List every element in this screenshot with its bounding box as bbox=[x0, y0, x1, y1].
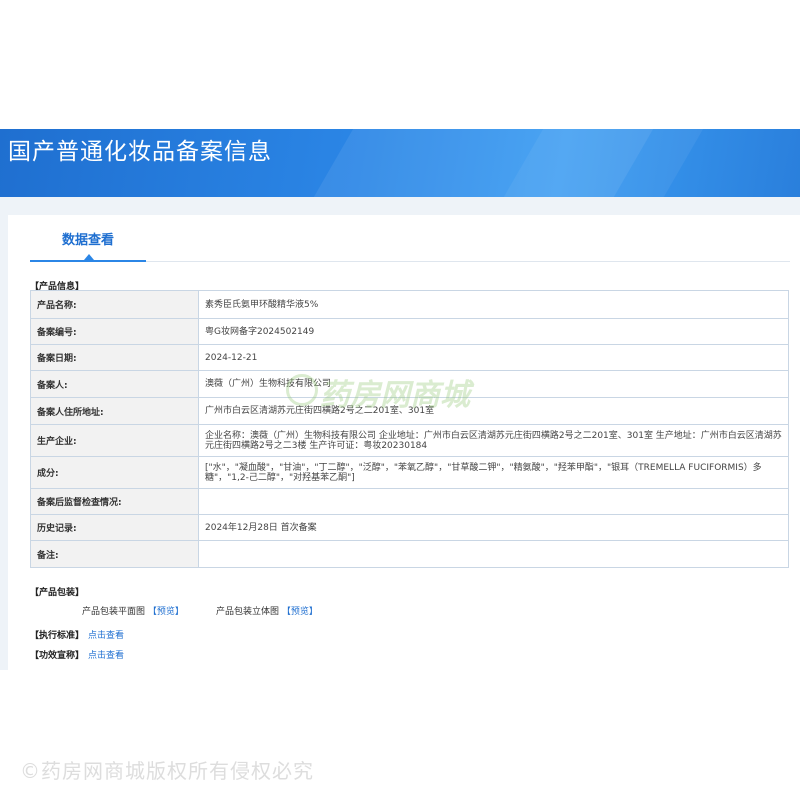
package-solid-label: 产品包装立体图 bbox=[216, 607, 280, 617]
page-title: 国产普通化妆品备案信息 bbox=[8, 139, 272, 165]
efficacy-view-link[interactable]: 点击查看 bbox=[88, 648, 124, 661]
row-key: 历史记录: bbox=[30, 514, 199, 541]
table-row: 备注: bbox=[30, 540, 789, 568]
table-row: 备案后监督检查情况: bbox=[30, 488, 789, 515]
row-value: ["水"，"凝血酸"，"甘油"，"丁二醇"，"泛醇"，"苯氧乙醇"，"甘草酸二钾… bbox=[198, 456, 789, 489]
tab-active-underline bbox=[30, 260, 146, 262]
row-key: 备案后监督检查情况: bbox=[30, 488, 199, 515]
packaging-section-label: 【产品包装】 bbox=[30, 588, 85, 598]
row-key: 备注: bbox=[30, 540, 199, 568]
row-key: 备案编号: bbox=[30, 318, 199, 345]
row-value bbox=[198, 540, 789, 568]
table-row: 备案人: 澳薇（广州）生物科技有限公司 bbox=[30, 370, 789, 398]
row-key: 备案日期: bbox=[30, 344, 199, 371]
package-solid-preview-link[interactable]: 预览 bbox=[291, 607, 309, 617]
row-value: 素秀臣氏氨甲环酸精华液5% bbox=[198, 290, 789, 319]
row-value: 广州市白云区清湖苏元庄街四横路2号之二201室、301室 bbox=[198, 397, 789, 425]
efficacy-section-label: 【功效宣称】 bbox=[30, 651, 85, 661]
package-flat-item: 产品包装平面图 【预览】 bbox=[82, 604, 184, 617]
header-banner: 国产普通化妆品备案信息 bbox=[0, 129, 800, 197]
tab-divider bbox=[146, 261, 790, 262]
table-row: 产品名称: 素秀臣氏氨甲环酸精华液5% bbox=[30, 290, 789, 319]
package-flat-label: 产品包装平面图 bbox=[82, 607, 146, 617]
standard-section-label: 【执行标准】 bbox=[30, 631, 85, 641]
row-value bbox=[198, 488, 789, 515]
package-solid-item: 产品包装立体图 【预览】 bbox=[216, 604, 318, 617]
table-row: 历史记录: 2024年12月28日 首次备案 bbox=[30, 514, 789, 541]
row-value: 企业名称：澳薇（广州）生物科技有限公司 企业地址：广州市白云区清湖苏元庄街四横路… bbox=[198, 424, 789, 457]
row-key: 生产企业: bbox=[30, 424, 199, 457]
product-info-table: 产品名称: 素秀臣氏氨甲环酸精华液5% 备案编号: 粤G妆网备字20245021… bbox=[30, 290, 789, 568]
row-value: 2024-12-21 bbox=[198, 344, 789, 371]
watermark-copyright: ©药房网商城版权所有侵权必究 bbox=[20, 759, 314, 783]
row-key: 产品名称: bbox=[30, 290, 199, 319]
row-value: 2024年12月28日 首次备案 bbox=[198, 514, 789, 541]
bracket-close: 】 bbox=[174, 607, 184, 617]
table-row: 备案编号: 粤G妆网备字2024502149 bbox=[30, 318, 789, 345]
row-value: 粤G妆网备字2024502149 bbox=[198, 318, 789, 345]
row-key: 成分: bbox=[30, 456, 199, 489]
row-key: 备案人住所地址: bbox=[30, 397, 199, 425]
table-row: 成分: ["水"，"凝血酸"，"甘油"，"丁二醇"，"泛醇"，"苯氧乙醇"，"甘… bbox=[30, 456, 789, 489]
table-row: 生产企业: 企业名称：澳薇（广州）生物科技有限公司 企业地址：广州市白云区清湖苏… bbox=[30, 424, 789, 457]
bracket-open: 【 bbox=[147, 607, 157, 617]
bracket-close: 】 bbox=[308, 607, 318, 617]
package-flat-preview-link[interactable]: 预览 bbox=[157, 607, 175, 617]
table-row: 备案日期: 2024-12-21 bbox=[30, 344, 789, 371]
table-row: 备案人住所地址: 广州市白云区清湖苏元庄街四横路2号之二201室、301室 bbox=[30, 397, 789, 425]
standard-view-link[interactable]: 点击查看 bbox=[88, 628, 124, 641]
row-value: 澳薇（广州）生物科技有限公司 bbox=[198, 370, 789, 398]
bracket-open: 【 bbox=[281, 607, 291, 617]
row-key: 备案人: bbox=[30, 370, 199, 398]
